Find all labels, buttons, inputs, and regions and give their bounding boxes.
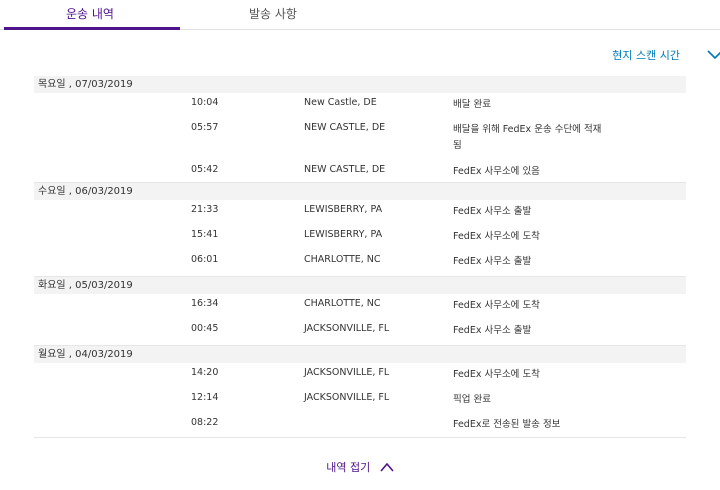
chevron-up-icon bbox=[380, 462, 394, 472]
event-location: New Castle, DE bbox=[304, 97, 377, 108]
event-time: 14:20 bbox=[191, 367, 219, 378]
event-time: 21:33 bbox=[191, 204, 219, 215]
date-group: 월요일 , 04/03/2019 14:20 JACKSONVILLE, FL Fed… bbox=[34, 346, 686, 438]
event-time: 10:04 bbox=[191, 97, 219, 108]
event-location: JACKSONVILLE, FL bbox=[304, 323, 390, 334]
event-status: FedEx 사무소 출발 bbox=[453, 256, 532, 267]
chevron-down-icon[interactable] bbox=[706, 47, 720, 61]
event-time: 06:01 bbox=[191, 254, 219, 265]
event-location: JACKSONVILLE, FL bbox=[304, 367, 390, 378]
event-status: 배달을 위해 FedEx 운송 수단에 적재됨 bbox=[453, 124, 602, 151]
collapse-history-button[interactable]: 내역 접기 bbox=[0, 459, 720, 475]
sort-dropdown[interactable]: 현지 스캔 시간 bbox=[612, 46, 720, 64]
event-row: 00:45 JACKSONVILLE, FL FedEx 사무소 출발 bbox=[34, 323, 686, 345]
event-status: FedEx 사무소에 도착 bbox=[453, 300, 540, 311]
tab-bar: 운송 내역 발송 사항 bbox=[0, 0, 720, 30]
event-location: CHARLOTTE, NC bbox=[304, 254, 381, 265]
event-row: 10:04 New Castle, DE 배달 완료 bbox=[34, 97, 686, 122]
event-time: 00:45 bbox=[191, 323, 219, 334]
event-status: FedEx 사무소 출발 bbox=[453, 206, 532, 217]
event-row: 05:57 NEW CASTLE, DE 배달을 위해 FedEx 운송 수단에 적… bbox=[34, 122, 686, 164]
date-group: 수요일 , 06/03/2019 21:33 LEWISBERRY, PA FedEx… bbox=[34, 183, 686, 277]
date-header: 수요일 , 06/03/2019 bbox=[34, 183, 686, 200]
event-row: 14:20 JACKSONVILLE, FL FedEx 사무소에 도착 bbox=[34, 367, 686, 392]
event-status: FedEx로 전송된 발송 정보 bbox=[453, 419, 561, 430]
event-status: FedEx 사무소에 도착 bbox=[453, 231, 540, 242]
sort-label: 현지 스캔 시간 bbox=[612, 49, 680, 62]
event-time: 12:14 bbox=[191, 392, 219, 403]
event-row: 15:41 LEWISBERRY, PA FedEx 사무소에 도착 bbox=[34, 229, 686, 254]
history-table: 목요일 , 07/03/2019 10:04 New Castle, DE 배달 완료… bbox=[34, 76, 686, 438]
date-group: 목요일 , 07/03/2019 10:04 New Castle, DE 배달 완료… bbox=[34, 76, 686, 183]
event-time: 05:57 bbox=[191, 122, 219, 133]
event-status: 배달 완료 bbox=[453, 99, 491, 110]
event-location: CHARLOTTE, NC bbox=[304, 298, 381, 309]
collapse-label: 내역 접기 bbox=[326, 461, 371, 474]
event-location: JACKSONVILLE, FL bbox=[304, 392, 390, 403]
event-status: FedEx 사무소에 있음 bbox=[453, 166, 540, 177]
event-row: 21:33 LEWISBERRY, PA FedEx 사무소 출발 bbox=[34, 204, 686, 229]
tab-shipment-facts[interactable]: 발송 사항 bbox=[183, 0, 363, 30]
event-status: FedEx 사무소 출발 bbox=[453, 325, 532, 336]
event-row: 06:01 CHARLOTTE, NC FedEx 사무소 출발 bbox=[34, 254, 686, 276]
event-row: 05:42 NEW CASTLE, DE FedEx 사무소에 있음 bbox=[34, 164, 686, 182]
date-header: 화요일 , 05/03/2019 bbox=[34, 277, 686, 294]
tab-travel-history[interactable]: 운송 내역 bbox=[0, 0, 180, 30]
event-time: 16:34 bbox=[191, 298, 219, 309]
event-row: 16:34 CHARLOTTE, NC FedEx 사무소에 도착 bbox=[34, 298, 686, 323]
event-time: 05:42 bbox=[191, 164, 219, 175]
event-status: 픽업 완료 bbox=[453, 394, 491, 405]
event-time: 15:41 bbox=[191, 229, 219, 240]
event-row: 08:22 FedEx로 전송된 발송 정보 bbox=[34, 417, 686, 437]
event-location: LEWISBERRY, PA bbox=[304, 204, 383, 215]
event-location: NEW CASTLE, DE bbox=[304, 164, 386, 175]
event-row: 12:14 JACKSONVILLE, FL 픽업 완료 bbox=[34, 392, 686, 417]
date-header: 월요일 , 04/03/2019 bbox=[34, 346, 686, 363]
event-status: FedEx 사무소에 도착 bbox=[453, 369, 540, 380]
event-location: LEWISBERRY, PA bbox=[304, 229, 383, 240]
event-time: 08:22 bbox=[191, 417, 219, 428]
date-group: 화요일 , 05/03/2019 16:34 CHARLOTTE, NC FedEx … bbox=[34, 277, 686, 346]
date-header: 목요일 , 07/03/2019 bbox=[34, 76, 686, 93]
event-location: NEW CASTLE, DE bbox=[304, 122, 386, 133]
